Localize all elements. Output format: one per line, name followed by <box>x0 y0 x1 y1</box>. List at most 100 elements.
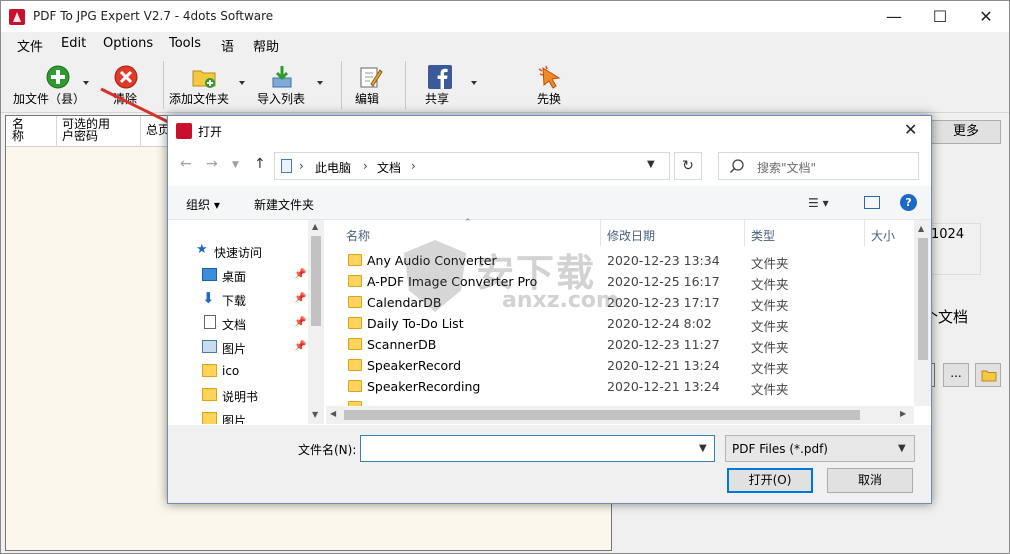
chevron-down-icon: ▼ <box>898 443 906 454</box>
address-bar[interactable]: › 此电脑 › 文档 › ▼ <box>274 152 670 180</box>
chevron-down-icon[interactable] <box>317 81 323 85</box>
toolbar-divider <box>163 61 164 109</box>
view-options-icon[interactable]: ☰ ▾ <box>808 196 829 210</box>
breadcrumb-this-pc[interactable]: 此电脑 <box>315 159 351 176</box>
help-icon[interactable]: ? <box>900 194 917 211</box>
column-header-name[interactable]: 名称 <box>346 227 370 244</box>
refresh-icon[interactable]: ↻ <box>674 152 702 180</box>
menu-file[interactable]: 文件 <box>17 36 43 55</box>
close-icon[interactable]: ✕ <box>904 120 917 139</box>
close-icon[interactable]: ✕ <box>963 1 1009 32</box>
open-button[interactable]: 打开(O) <box>727 468 813 493</box>
menu-language[interactable]: 语 <box>221 36 234 55</box>
chevron-down-icon[interactable]: ▼ <box>647 159 655 170</box>
file-row[interactable]: Any Audio Converter 2020-12-23 13:34 文件夹 <box>326 250 914 271</box>
pin-icon[interactable]: 📌 <box>294 293 306 304</box>
nav-item-quick-access[interactable]: ★ 快速访问 <box>168 240 308 262</box>
vertical-scrollbar[interactable]: ▲ <box>914 220 931 406</box>
filename-input[interactable]: ▼ <box>360 435 715 462</box>
scrollbar-thumb[interactable] <box>918 238 928 360</box>
nav-item-manual[interactable]: 说明书 <box>168 384 308 406</box>
file-type-select[interactable]: PDF Files (*.pdf) ▼ <box>725 435 915 462</box>
share-button[interactable]: 共享 <box>415 57 477 111</box>
facebook-icon <box>428 65 452 89</box>
back-arrow-icon[interactable]: ← <box>180 156 192 172</box>
menu-options[interactable]: Options <box>103 36 153 51</box>
nav-item-ico[interactable]: ico <box>168 360 308 382</box>
file-row[interactable]: ScannerDB 2020-12-23 11:27 文件夹 <box>326 334 914 355</box>
column-name-header[interactable]: 名 称 <box>12 118 24 142</box>
chevron-down-icon[interactable]: ▼ <box>232 160 239 170</box>
nav-scrollbar[interactable]: ▲ ▼ <box>308 220 324 424</box>
file-row[interactable]: Daily To-Do List 2020-12-24 8:02 文件夹 <box>326 313 914 334</box>
organize-button[interactable]: 组织 ▾ <box>186 196 220 213</box>
pin-icon[interactable]: 📌 <box>294 317 306 328</box>
title-bar: PDF To JPG Expert V2.7 - 4dots Software … <box>1 1 1009 32</box>
browse-button[interactable]: ... <box>943 363 969 387</box>
import-list-icon <box>272 66 292 88</box>
column-divider[interactable] <box>600 220 601 246</box>
menu-tools[interactable]: Tools <box>169 36 201 51</box>
clear-button[interactable]: 清除 <box>105 57 149 111</box>
nav-item-documents[interactable]: 文档 📌 <box>168 312 308 334</box>
add-file-button[interactable]: 加文件（县） <box>9 57 93 111</box>
more-button[interactable]: 更多 <box>931 120 1001 144</box>
file-row[interactable]: SpeakerRecord 2020-12-21 13:24 文件夹 <box>326 355 914 376</box>
dialog-footer: 文件名(N): ▼ PDF Files (*.pdf) ▼ 打开(O) 取消 <box>168 425 931 503</box>
scroll-left-icon[interactable]: ◀ <box>330 409 336 418</box>
minimize-icon[interactable]: — <box>871 1 917 32</box>
scrollbar-thumb[interactable] <box>344 410 860 420</box>
column-header-size[interactable]: 大小 <box>871 227 895 244</box>
file-row-partial[interactable] <box>326 397 914 406</box>
download-icon: ⬇ <box>202 289 215 307</box>
scroll-down-icon[interactable]: ▼ <box>312 410 318 419</box>
nav-item-desktop[interactable]: 桌面 📌 <box>168 264 308 286</box>
scroll-right-icon[interactable]: ▶ <box>900 409 906 418</box>
breadcrumb-documents[interactable]: 文档 <box>377 159 401 176</box>
menu-edit[interactable]: Edit <box>61 36 86 51</box>
menu-help[interactable]: 帮助 <box>253 36 279 55</box>
column-divider[interactable] <box>140 116 141 147</box>
column-header-type[interactable]: 类型 <box>751 227 775 244</box>
scroll-up-icon[interactable]: ▲ <box>312 222 318 231</box>
column-divider[interactable] <box>864 220 865 246</box>
chevron-down-icon[interactable] <box>471 81 477 85</box>
horizontal-scrollbar[interactable]: ◀ ▶ <box>326 406 914 424</box>
chevron-down-icon[interactable] <box>83 81 89 85</box>
cancel-button[interactable]: 取消 <box>827 468 913 493</box>
pin-icon[interactable]: 📌 <box>294 269 306 280</box>
import-list-button[interactable]: 导入列表 <box>255 57 327 111</box>
file-row[interactable]: SpeakerRecording 2020-12-21 13:24 文件夹 <box>326 376 914 397</box>
forward-arrow-icon[interactable]: → <box>206 156 218 172</box>
pin-icon[interactable]: 📌 <box>294 341 306 352</box>
nav-item-pictures[interactable]: 图片 📌 <box>168 336 308 358</box>
buy-button[interactable]: 先换 <box>531 57 575 111</box>
up-arrow-icon[interactable]: ↑ <box>254 156 266 172</box>
scroll-up-icon[interactable]: ▲ <box>918 224 924 233</box>
edit-button[interactable]: 编辑 <box>349 57 393 111</box>
add-folder-button[interactable]: 添加文件夹 <box>169 57 245 111</box>
sort-up-icon: ⌃ <box>464 218 472 228</box>
toolbar-divider <box>341 61 342 109</box>
column-password-header[interactable]: 可选的用 户密码 <box>62 118 110 142</box>
open-folder-button[interactable] <box>975 363 1001 387</box>
file-type: 文件夹 <box>751 382 789 397</box>
nav-item-downloads[interactable]: ⬇ 下载 📌 <box>168 288 308 310</box>
maximize-icon[interactable]: ☐ <box>917 1 963 32</box>
column-header-date[interactable]: 修改日期 <box>607 227 655 244</box>
scrollbar-thumb[interactable] <box>311 236 321 326</box>
preview-pane-icon[interactable] <box>864 196 880 209</box>
document-icon <box>204 315 216 329</box>
chevron-down-icon[interactable]: ▼ <box>699 443 707 454</box>
column-divider[interactable] <box>56 116 57 147</box>
file-row[interactable]: CalendarDB 2020-12-23 17:17 文件夹 <box>326 292 914 313</box>
star-icon: ★ <box>196 242 208 257</box>
nav-item-pictures-folder[interactable]: 图片 <box>168 408 308 424</box>
search-input[interactable]: 搜索"文档" <box>718 152 919 180</box>
add-plus-icon <box>46 65 70 89</box>
chevron-down-icon[interactable] <box>239 81 245 85</box>
file-row[interactable]: A-PDF Image Converter Pro 2020-12-25 16:… <box>326 271 914 292</box>
new-folder-button[interactable]: 新建文件夹 <box>254 196 314 213</box>
file-name: ScannerDB <box>367 337 437 352</box>
column-divider[interactable] <box>744 220 745 246</box>
